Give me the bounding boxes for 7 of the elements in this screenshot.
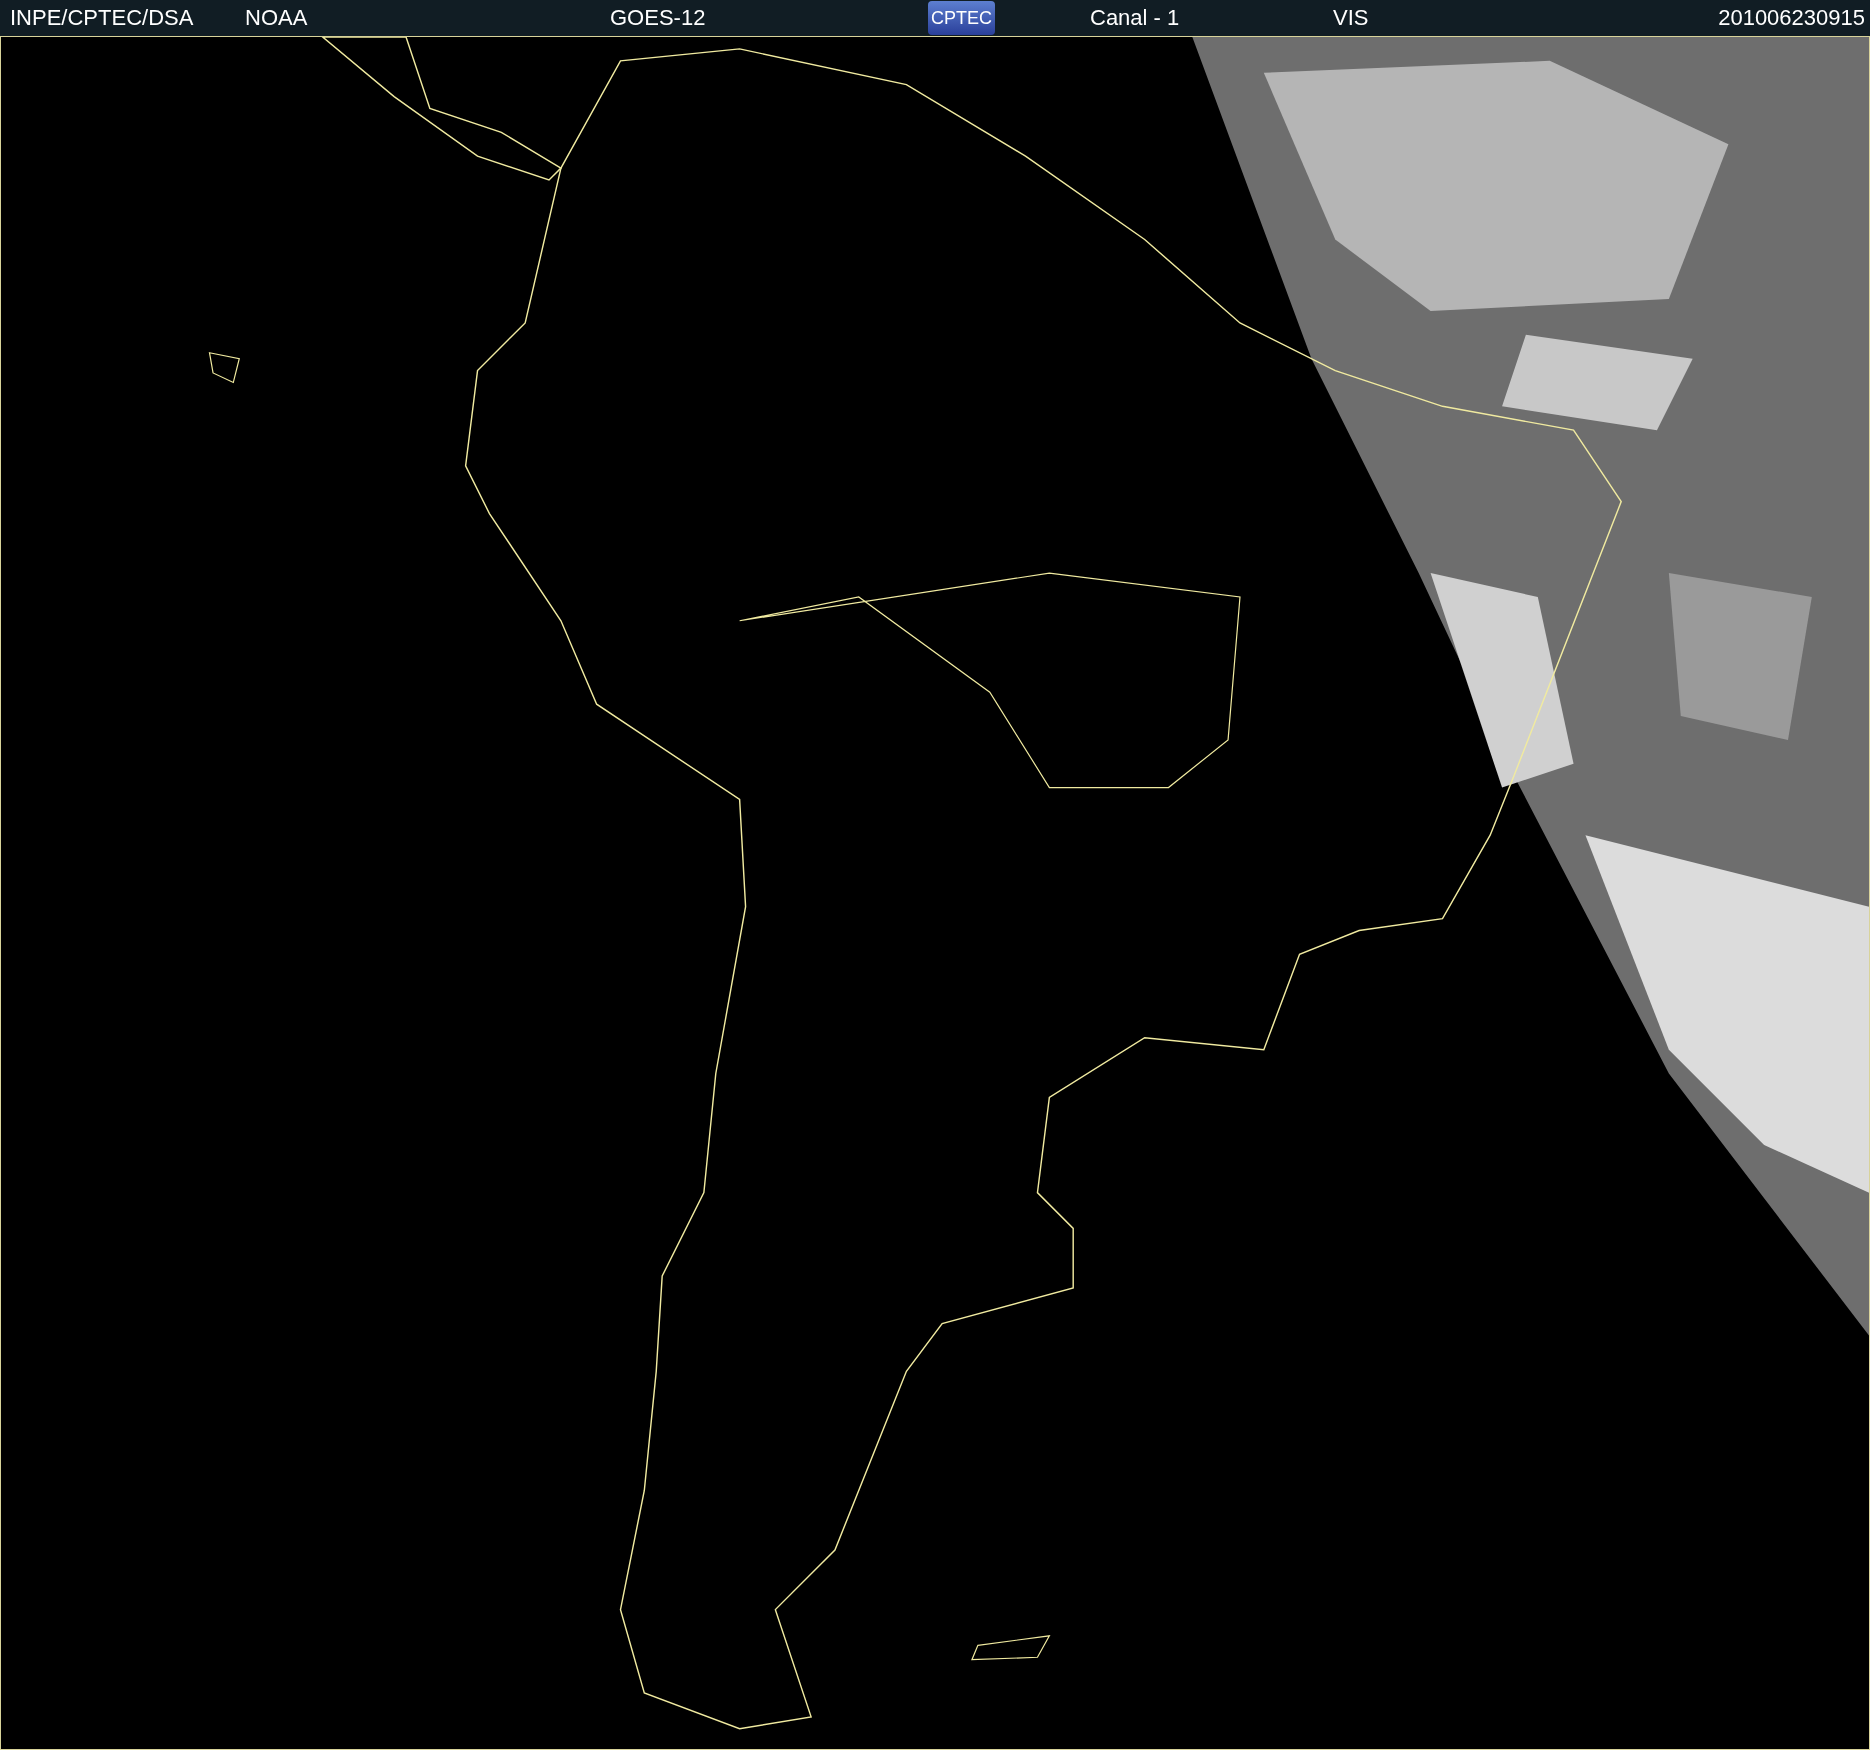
header-text: 201006230915 — [1718, 5, 1865, 31]
header-text: VIS — [1333, 5, 1370, 31]
header-text: GOES-12 — [610, 5, 707, 31]
header-text: NOAA — [245, 5, 309, 31]
logo: CPTEC — [928, 1, 995, 35]
header-text: Canal - 1 — [1090, 5, 1181, 31]
header-text: INPE/CPTEC/DSA — [10, 5, 195, 31]
